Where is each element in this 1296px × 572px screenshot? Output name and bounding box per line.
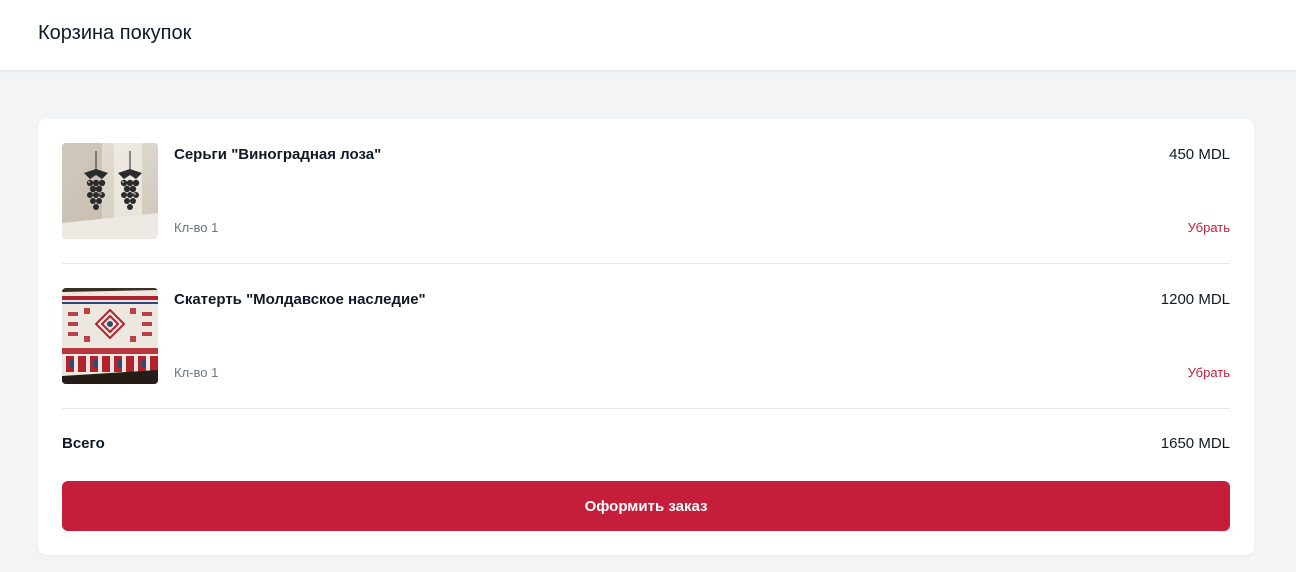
cart-item: Серьги "Виноградная лоза" 450 MDL Кл-во … — [62, 143, 1230, 239]
item-name[interactable]: Скатерть "Молдавское наследие" — [174, 291, 426, 308]
item-price: 1200 MDL — [1160, 291, 1230, 308]
item-name[interactable]: Серьги "Виноградная лоза" — [174, 146, 381, 163]
remove-item-button[interactable]: Убрать — [1188, 365, 1230, 380]
item-quantity: Кл-во 1 — [174, 365, 219, 380]
cart-item: Скатерть "Молдавское наследие" 1200 MDL … — [62, 288, 1230, 384]
total-label: Всего — [62, 435, 105, 452]
item-quantity: Кл-во 1 — [174, 220, 219, 235]
item-price: 450 MDL — [1169, 146, 1230, 163]
total-value: 1650 MDL — [1160, 435, 1230, 452]
divider — [62, 408, 1230, 409]
cart-card: Серьги "Виноградная лоза" 450 MDL Кл-во … — [38, 119, 1254, 555]
divider — [62, 263, 1230, 264]
earrings-image[interactable] — [62, 143, 158, 239]
top-bar: Корзина покупок — [0, 0, 1296, 71]
checkout-button[interactable]: Оформить заказ — [62, 481, 1230, 531]
tablecloth-image[interactable] — [62, 288, 158, 384]
page-title: Корзина покупок — [38, 22, 192, 44]
remove-item-button[interactable]: Убрать — [1188, 220, 1230, 235]
